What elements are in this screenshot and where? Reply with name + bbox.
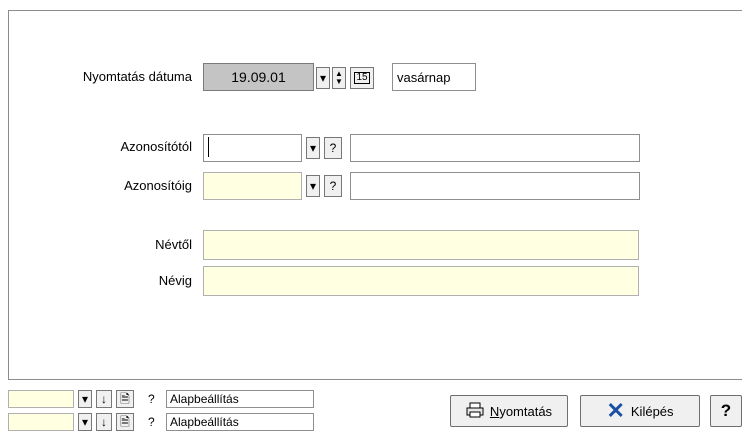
preset-1-document-button[interactable]: 🗎 xyxy=(116,390,134,408)
arrow-down-icon: ↓ xyxy=(101,392,107,406)
preset-1-help-icon[interactable]: ? xyxy=(148,390,160,408)
id-from-label: Azonosítótól xyxy=(120,139,192,154)
preset-2-load-button[interactable]: ↓ xyxy=(96,413,112,431)
name-from-input[interactable] xyxy=(203,230,639,260)
red-x-icon: ✕ xyxy=(606,398,625,423)
chevron-down-icon: ▾ xyxy=(319,71,327,85)
preset-2-input[interactable] xyxy=(8,413,74,431)
document-icon: 🗎 xyxy=(120,415,130,429)
preset-2-help-icon[interactable]: ? xyxy=(148,413,160,431)
print-date-label: Nyomtatás dátuma xyxy=(82,69,192,84)
calendar-button[interactable]: 15 xyxy=(350,67,374,89)
preset-2-document-button[interactable]: 🗎 xyxy=(116,413,134,431)
id-to-label: Azonosítóig xyxy=(124,178,192,193)
preset-1-input[interactable] xyxy=(8,390,74,408)
print-date-field[interactable]: 19.09.01 xyxy=(203,63,314,91)
text-caret xyxy=(208,137,209,157)
exit-button[interactable]: ✕ Kilépés xyxy=(580,395,700,427)
date-dropdown-button[interactable]: ▾ xyxy=(316,67,330,89)
question-icon: ? xyxy=(329,141,337,155)
chevron-down-icon: ▾ xyxy=(309,141,317,155)
printer-icon xyxy=(466,402,484,421)
id-from-lookup-button[interactable]: ? xyxy=(324,137,342,159)
preset-1-name: Alapbeállítás xyxy=(166,390,314,408)
id-from-name-display xyxy=(350,134,640,162)
help-button[interactable]: ? xyxy=(710,395,742,427)
id-from-dropdown-button[interactable]: ▾ xyxy=(306,137,320,159)
preset-1-load-button[interactable]: ↓ xyxy=(96,390,112,408)
name-to-input[interactable] xyxy=(203,266,639,296)
print-date-value: 19.09.01 xyxy=(231,69,286,85)
id-to-lookup-button[interactable]: ? xyxy=(324,175,342,197)
id-to-input[interactable] xyxy=(203,172,302,200)
name-to-label: Névig xyxy=(158,273,192,288)
print-button[interactable]: Nyomtatás xyxy=(450,395,568,427)
chevron-down-icon: ▾ xyxy=(309,179,317,193)
chevron-down-icon: ▾ xyxy=(81,392,89,406)
id-from-input[interactable] xyxy=(203,134,302,162)
chevron-down-icon: ▾ xyxy=(81,415,89,429)
day-name-field: vasárnap xyxy=(392,63,476,91)
day-name-value: vasárnap xyxy=(397,69,451,85)
spin-down-icon: ▼ xyxy=(335,77,343,86)
exit-button-label: Kilépés xyxy=(630,403,674,419)
id-to-name-display xyxy=(350,172,640,200)
arrow-down-icon: ↓ xyxy=(101,415,107,429)
date-spinner[interactable]: ▲ ▼ xyxy=(332,67,346,89)
document-icon: 🗎 xyxy=(120,392,130,406)
print-button-label: Nyomtatás xyxy=(489,403,553,419)
calendar-icon: 15 xyxy=(354,72,370,84)
preset-1-dropdown-button[interactable]: ▾ xyxy=(78,390,92,408)
id-to-dropdown-button[interactable]: ▾ xyxy=(306,175,320,197)
name-from-label: Névtől xyxy=(155,237,192,252)
preset-2-name: Alapbeállítás xyxy=(166,413,314,431)
preset-2-dropdown-button[interactable]: ▾ xyxy=(78,413,92,431)
question-icon: ? xyxy=(329,179,337,193)
